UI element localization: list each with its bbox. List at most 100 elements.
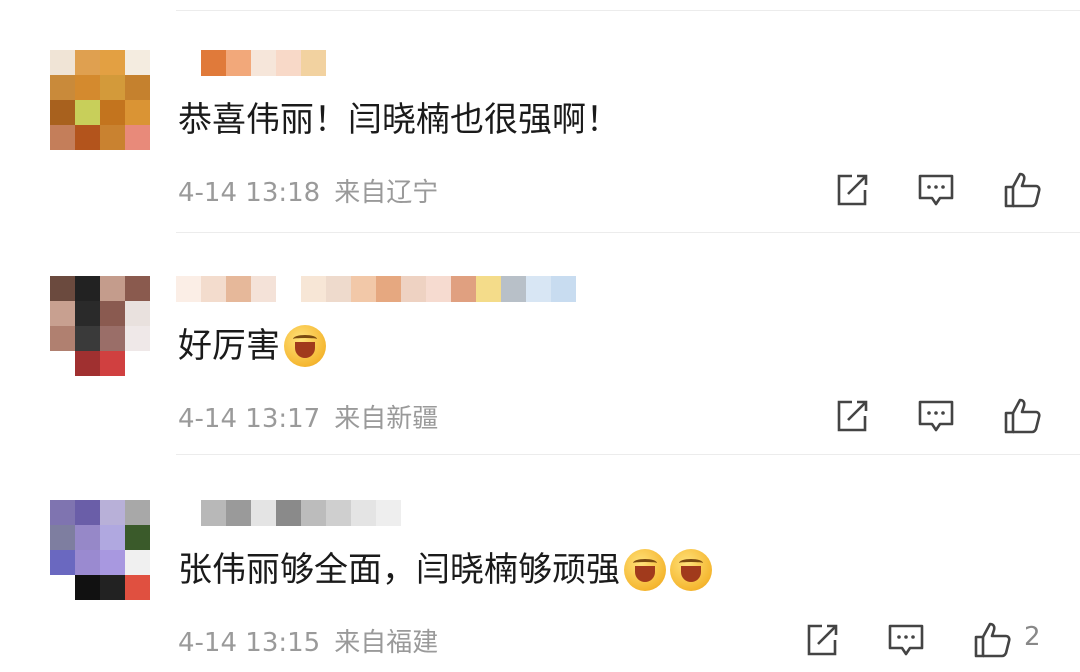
comment-icon[interactable] xyxy=(886,620,926,660)
avatar-pixel xyxy=(75,500,100,525)
nickname-pixel xyxy=(276,500,301,526)
avatar-pixel xyxy=(75,301,100,326)
avatar-pixel xyxy=(50,50,75,75)
thumbs-up-icon[interactable] xyxy=(972,620,1012,660)
laugh-cry-emoji xyxy=(670,549,712,591)
thumbs-up-icon[interactable] xyxy=(1002,396,1042,436)
nickname-pixel xyxy=(376,276,401,302)
avatar-pixel xyxy=(75,276,100,301)
avatar-pixel xyxy=(125,525,150,550)
avatar-pixel xyxy=(50,100,75,125)
avatar-pixel xyxy=(50,75,75,100)
avatar-pixel xyxy=(125,301,150,326)
nickname-pixel xyxy=(251,50,276,76)
nickname-pixel xyxy=(176,500,201,526)
like-count: 2 xyxy=(1024,622,1041,652)
avatar-pixel xyxy=(125,100,150,125)
share-icon[interactable] xyxy=(802,620,842,660)
nickname-pixel xyxy=(326,276,351,302)
avatar-pixel xyxy=(100,125,125,150)
avatar-pixel xyxy=(75,100,100,125)
avatar-pixel xyxy=(125,75,150,100)
avatar-pixel xyxy=(125,550,150,575)
avatar-pixel xyxy=(100,525,125,550)
avatar-pixel xyxy=(100,100,125,125)
avatar-pixel xyxy=(50,525,75,550)
nickname-pixelated[interactable] xyxy=(176,50,326,76)
avatar-pixel xyxy=(50,550,75,575)
avatar-pixel xyxy=(100,301,125,326)
avatar-pixel xyxy=(50,500,75,525)
nickname-pixel xyxy=(226,276,251,302)
comment-location: 来自辽宁 xyxy=(334,178,439,208)
avatar-pixel xyxy=(75,351,100,376)
avatar-pixel xyxy=(50,326,75,351)
nickname-pixel xyxy=(301,500,326,526)
nickname-pixel xyxy=(376,500,401,526)
nickname-pixel xyxy=(551,276,576,302)
avatar-pixel xyxy=(125,326,150,351)
avatar-pixel xyxy=(50,125,75,150)
avatar-pixel xyxy=(75,50,100,75)
nickname-pixel xyxy=(201,500,226,526)
avatar-pixel xyxy=(100,575,125,600)
avatar-pixel xyxy=(100,500,125,525)
comment-location: 来自新疆 xyxy=(334,404,439,434)
avatar-pixel xyxy=(75,525,100,550)
avatar-pixel xyxy=(100,50,125,75)
flower-smile-emoji xyxy=(284,325,326,367)
nickname-pixel xyxy=(426,276,451,302)
avatar[interactable] xyxy=(50,500,150,600)
avatar-pixel xyxy=(75,550,100,575)
share-icon[interactable] xyxy=(832,170,872,210)
comment-location: 来自福建 xyxy=(334,628,439,658)
nickname-pixel xyxy=(351,500,376,526)
nickname-pixel xyxy=(501,276,526,302)
nickname-pixel xyxy=(451,276,476,302)
nickname-pixel xyxy=(401,276,426,302)
avatar-pixel xyxy=(50,276,75,301)
laugh-cry-emoji xyxy=(624,549,666,591)
nickname-pixelated[interactable] xyxy=(176,276,576,302)
thumbs-up-icon[interactable] xyxy=(1002,170,1042,210)
nickname-pixel xyxy=(251,500,276,526)
comment-meta: 4-14 13:15 来自福建 xyxy=(178,622,438,659)
comment-text: 恭喜伟丽！闫晓楠也很强啊！ xyxy=(178,100,620,140)
comment-text: 张伟丽够全面，闫晓楠够顽强 xyxy=(178,546,712,594)
nickname-pixel xyxy=(276,50,301,76)
comment-icon[interactable] xyxy=(916,396,956,436)
comment-time: 4-14 13:17 xyxy=(178,404,321,434)
nickname-pixel xyxy=(301,276,326,302)
avatar-pixel xyxy=(125,125,150,150)
nickname-pixelated[interactable] xyxy=(176,500,401,526)
avatar-pixel xyxy=(125,575,150,600)
avatar-pixel xyxy=(125,276,150,301)
nickname-pixel xyxy=(301,50,326,76)
nickname-pixel xyxy=(201,276,226,302)
comment-meta: 4-14 13:18 来自辽宁 xyxy=(178,172,438,209)
nickname-pixel xyxy=(226,50,251,76)
nickname-pixel xyxy=(476,276,501,302)
comment-time: 4-14 13:18 xyxy=(178,178,321,208)
avatar-pixel xyxy=(50,351,75,376)
avatar[interactable] xyxy=(50,50,150,150)
avatar-pixel xyxy=(125,50,150,75)
comment-meta: 4-14 13:17 来自新疆 xyxy=(178,398,438,435)
nickname-pixel xyxy=(251,276,276,302)
avatar-pixel xyxy=(75,575,100,600)
avatar-pixel xyxy=(100,326,125,351)
avatar[interactable] xyxy=(50,276,150,376)
avatar-pixel xyxy=(125,500,150,525)
comment-icon[interactable] xyxy=(916,170,956,210)
nickname-pixel xyxy=(176,276,201,302)
comment-item: 张伟丽够全面，闫晓楠够顽强 4-14 13:15 来自福建 2 xyxy=(0,450,1080,672)
avatar-pixel xyxy=(125,351,150,376)
nickname-pixel xyxy=(226,500,251,526)
avatar-pixel xyxy=(100,75,125,100)
avatar-pixel xyxy=(75,326,100,351)
avatar-pixel xyxy=(100,550,125,575)
avatar-pixel xyxy=(75,75,100,100)
share-icon[interactable] xyxy=(832,396,872,436)
comment-item: 恭喜伟丽！闫晓楠也很强啊！ 4-14 13:18 来自辽宁 xyxy=(0,0,1080,222)
nickname-pixel xyxy=(351,276,376,302)
